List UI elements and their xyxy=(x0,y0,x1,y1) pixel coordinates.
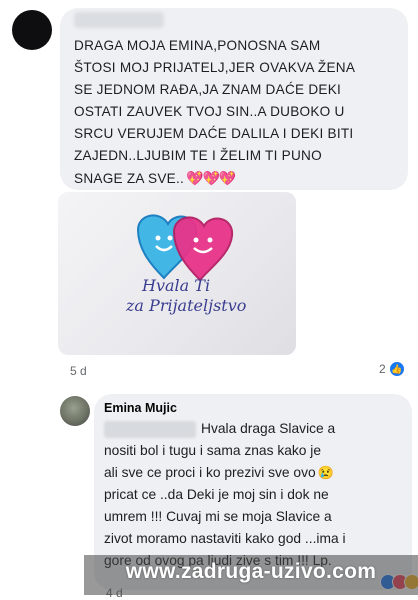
comment-line: ŠTOSI MOJ PRIJATELJ,JER OVAKVA ŽENA xyxy=(74,60,356,75)
comment-timestamp[interactable]: 5 d xyxy=(70,364,87,378)
reply-line: nositi bol i tugu i sama znas kako je xyxy=(104,443,322,458)
reply-author-name[interactable]: Emina Mujic xyxy=(104,401,177,415)
comment-line: DRAGA MOJA EMINA,PONOSNA SAM xyxy=(74,38,321,53)
comment-line: ZAJEDN..LJUBIM TE I ŽELIM TI PUNO xyxy=(74,148,322,163)
watermark-text: www.zadruga-uzivo.com xyxy=(125,560,377,583)
attached-image[interactable]: Hvala Ti za Prijateljstvo xyxy=(58,192,296,355)
blurred-commenter-name[interactable] xyxy=(74,12,164,28)
reply-line: ali sve ce proci i ko prezivi sve ovo xyxy=(104,465,316,480)
reply-author-avatar[interactable] xyxy=(60,396,90,426)
sparkling-hearts-emoji: 💖💖💖 xyxy=(186,170,236,186)
reply-line-with-emoji: ali sve ce proci i ko prezivi sve ovo 😢 xyxy=(104,462,404,484)
reply-text: Hvala draga Slavice a nositi bol i tugu … xyxy=(104,418,404,572)
reaction-summary[interactable]: 2 👍 xyxy=(379,361,405,377)
reply-line: Hvala draga Slavice a xyxy=(201,421,336,436)
comment-line: OSTATI ZAUVEK TVOJ SIN..A DUBOKO U xyxy=(74,104,345,119)
comment-line-last: SNAGE ZA SVE.. 💖💖💖 xyxy=(74,167,400,190)
comment-line: SNAGE ZA SVE.. xyxy=(74,171,185,186)
image-caption-line-2: za Prijateljstvo xyxy=(126,296,247,315)
comment-text: DRAGA MOJA EMINA,PONOSNA SAM ŠTOSI MOJ P… xyxy=(74,35,400,190)
pink-heart-icon xyxy=(172,216,234,282)
like-icon: 👍 xyxy=(388,361,405,377)
comment-line: SE JEDNOM RAĐA,JA ZNAM DAĆE DEKI xyxy=(74,82,342,97)
crying-face-emoji: 😢 xyxy=(317,465,334,480)
reply-line: pricat ce ..da Deki je moj sin i dok ne xyxy=(104,487,329,502)
reply-line: zivot moramo nastaviti kako god ...ima i xyxy=(104,531,346,546)
reply-line: umrem !!! Cuvaj mi se moja Slavice a xyxy=(104,509,332,524)
comment-line: SRCU VERUJEM DAĆE DALILA I DEKI BITI xyxy=(74,126,354,141)
reaction-count: 2 xyxy=(379,362,386,376)
commenter-avatar[interactable] xyxy=(12,10,52,50)
image-caption-line-1: Hvala Ti xyxy=(142,276,211,295)
